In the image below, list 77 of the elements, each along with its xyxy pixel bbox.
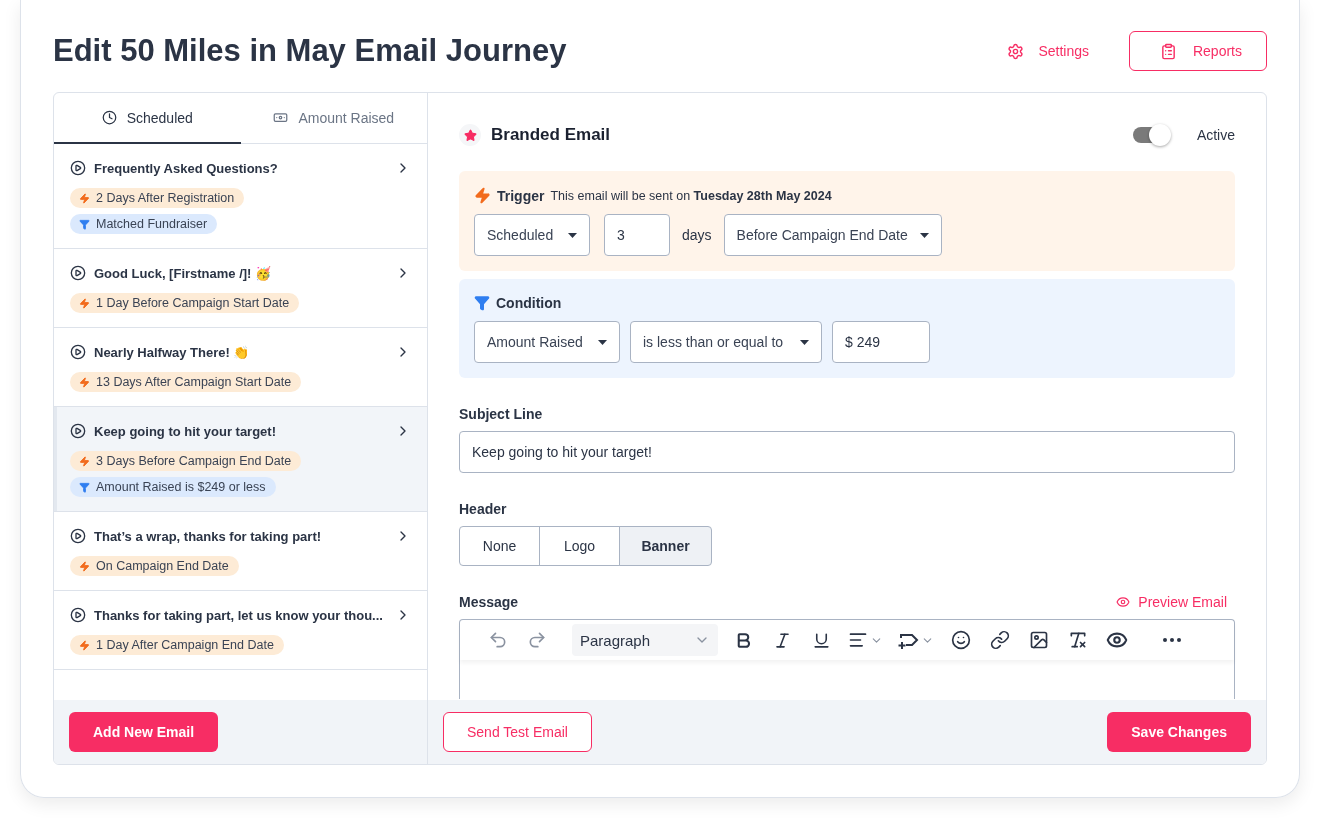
- amount-input[interactable]: $ 249: [832, 321, 930, 363]
- trigger-tag: 1 Day After Campaign End Date: [70, 635, 284, 655]
- email-title: Keep going to hit your target!: [94, 423, 277, 439]
- add-email-button[interactable]: Add New Email: [69, 712, 219, 752]
- subject-label: Subject Line: [459, 406, 544, 422]
- condition-tag: Amount Raised is $249 or less: [70, 477, 276, 497]
- trigger-label: Trigger: [497, 187, 545, 204]
- active-toggle[interactable]: [1132, 127, 1169, 143]
- bolt-icon: [79, 455, 90, 467]
- email-title: Nearly Halfway There! 👏: [94, 344, 251, 360]
- send-test-button[interactable]: Send Test Email: [443, 712, 592, 752]
- block-format-select[interactable]: Paragraph: [572, 624, 718, 656]
- email-title: That’s a wrap, thanks for taking part!: [94, 528, 323, 544]
- toggle-label: Active: [1196, 127, 1235, 143]
- bolt-icon: [79, 297, 90, 309]
- email-title: Frequently Asked Questions?: [94, 160, 279, 176]
- page-title: Edit 50 Miles in May Email Journey: [53, 33, 568, 69]
- play-icon: [70, 423, 86, 439]
- email-heading: Branded Email: [491, 125, 612, 145]
- play-icon: [70, 528, 86, 544]
- caret-icon: [800, 339, 809, 345]
- caret-icon: [919, 232, 929, 238]
- condition-tag: Matched Fundraiser: [70, 214, 218, 234]
- tab[interactable]: Amount Raised: [240, 93, 427, 144]
- clipboard-icon: [1159, 42, 1177, 60]
- play-icon: [70, 344, 86, 360]
- trigger-tag: 3 Days Before Campaign End Date: [70, 451, 302, 471]
- email-list-item[interactable]: Keep going to hit your target! 3 Days Before Campaign End Date Amount Raised is $249 or less: [54, 407, 427, 512]
- eye-icon: [1116, 595, 1131, 609]
- link-icon: [989, 630, 1010, 650]
- caret-icon: [598, 339, 607, 345]
- condition-field-select[interactable]: Amount Raised: [474, 321, 620, 363]
- days-input[interactable]: 3: [604, 214, 670, 256]
- play-icon: [70, 607, 86, 623]
- image-icon: [1028, 630, 1049, 650]
- trigger-tag: 1 Day Before Campaign Start Date: [70, 293, 300, 313]
- bolt-icon: [79, 639, 90, 651]
- bolt-icon: [79, 192, 90, 204]
- bolt-icon: [79, 560, 90, 572]
- undo-icon: [487, 630, 508, 650]
- settings-link[interactable]: Settings: [1007, 42, 1089, 60]
- save-button[interactable]: Save Changes: [1107, 712, 1251, 752]
- bolt-icon: [79, 376, 90, 388]
- header-option[interactable]: None: [459, 526, 540, 566]
- unit-label: days: [682, 227, 712, 243]
- caret-icon: [568, 232, 577, 238]
- filter-icon: [79, 218, 90, 230]
- condition-label: Condition: [496, 295, 562, 311]
- email-title: Thanks for taking part, let us know your thou...: [94, 607, 384, 623]
- banknote-icon: [273, 110, 289, 125]
- trigger-type-select[interactable]: Scheduled: [474, 214, 590, 256]
- trigger-sentence: This email will be sent on Tuesday 28th May 2024: [550, 188, 832, 203]
- align-left-icon: [847, 630, 868, 650]
- play-icon: [70, 265, 86, 281]
- operator-select[interactable]: is less than or equal to: [630, 321, 822, 363]
- italic-icon: [773, 630, 792, 650]
- subject-input[interactable]: Keep going to hit your target!: [459, 431, 1235, 473]
- trigger-tag: 2 Days After Registration: [70, 188, 245, 208]
- underline-icon: [812, 630, 831, 650]
- email-title: Good Luck, [Firstname /]! 🥳: [94, 265, 273, 281]
- filter-icon: [474, 295, 490, 311]
- clock-icon: [101, 110, 117, 125]
- settings-icon: [1007, 42, 1025, 60]
- reference-select[interactable]: Before Campaign End Date: [723, 214, 942, 256]
- header-option[interactable]: Banner: [619, 526, 712, 566]
- filter-icon: [79, 481, 90, 493]
- trigger-tag: 13 Days After Campaign Start Date: [70, 372, 302, 392]
- header-option[interactable]: Logo: [539, 526, 620, 566]
- reports-button[interactable]: Reports: [1128, 31, 1267, 71]
- header-label: Header: [459, 501, 508, 517]
- message-label: Message: [459, 594, 519, 610]
- play-icon: [70, 160, 86, 176]
- preview-email-link[interactable]: Preview Email: [1116, 594, 1227, 610]
- more-icon: [1162, 638, 1181, 642]
- bolt-icon: [474, 187, 491, 204]
- trigger-tag: On Campaign End Date: [70, 556, 239, 576]
- smile-icon: [950, 630, 971, 650]
